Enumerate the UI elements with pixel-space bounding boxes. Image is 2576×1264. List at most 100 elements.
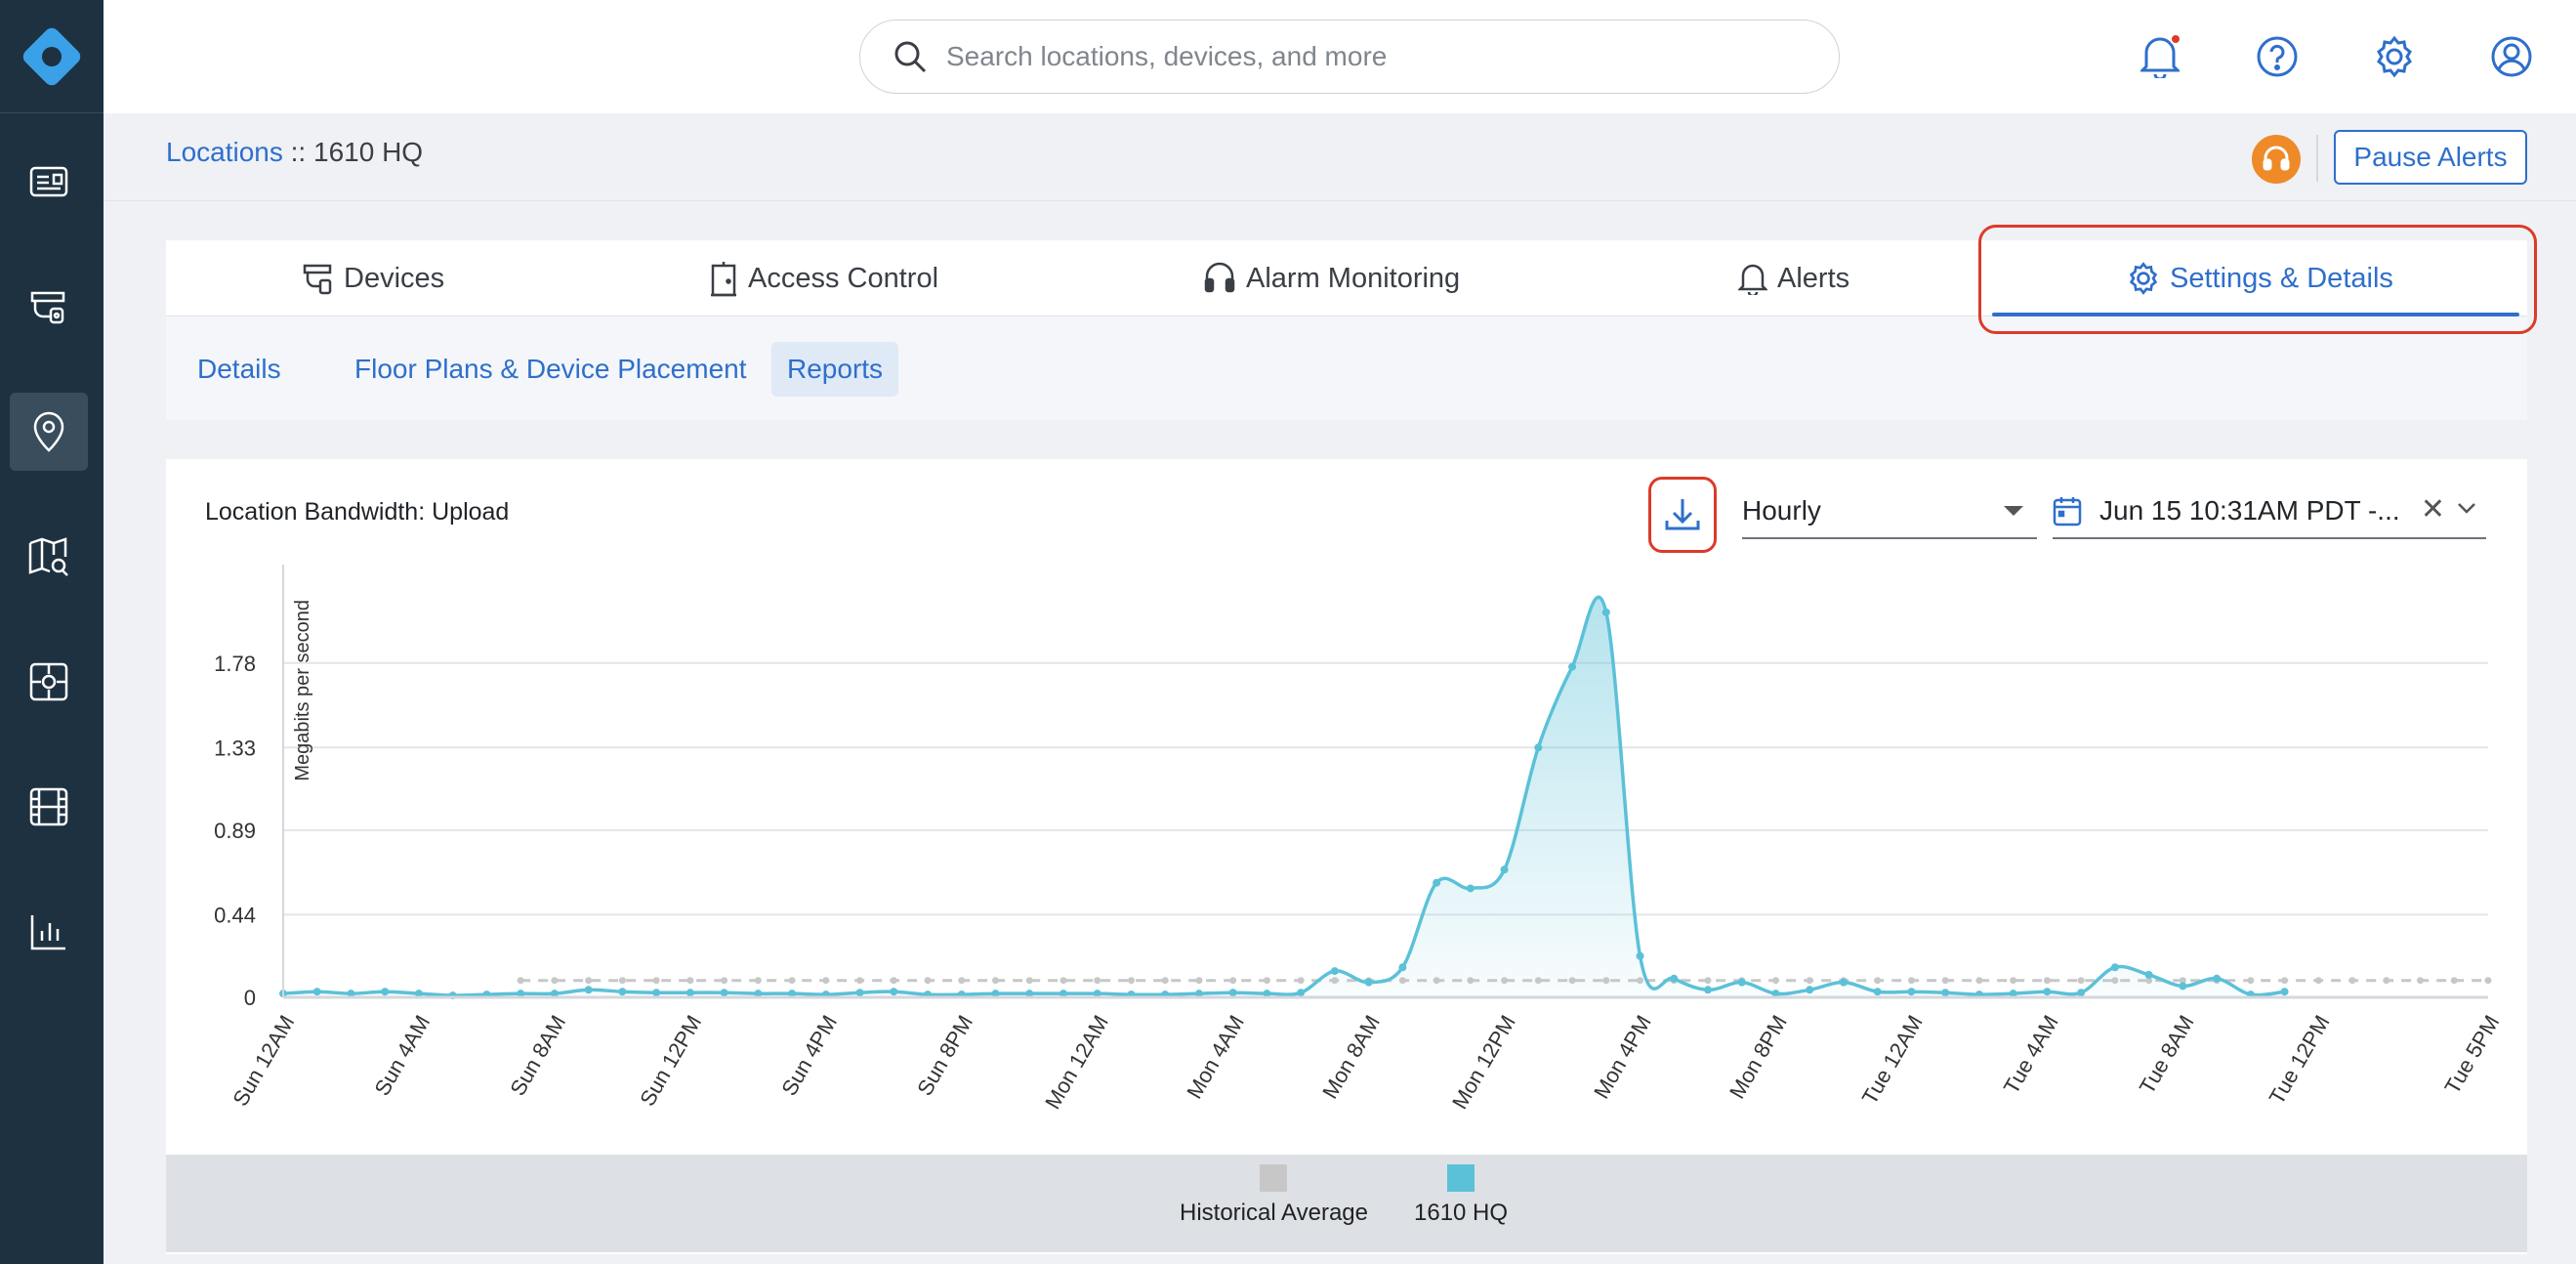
data-point: [1839, 978, 1848, 987]
historical-point: [1771, 977, 1779, 985]
nav-map-search[interactable]: [10, 518, 88, 596]
tab-devices[interactable]: Devices: [303, 240, 444, 316]
nav-video[interactable]: [10, 768, 88, 846]
legend-item-historical[interactable]: Historical Average: [1180, 1164, 1368, 1227]
nav-cameras[interactable]: [10, 268, 88, 346]
data-point: [1228, 989, 1237, 997]
x-tick-label: Tue 12PM: [2264, 1011, 2335, 1109]
historical-point: [958, 977, 966, 985]
historical-point: [1467, 977, 1475, 985]
data-point: [1466, 884, 1475, 893]
subtab-floor-plans[interactable]: Floor Plans & Device Placement: [339, 342, 763, 397]
data-point: [1806, 986, 1814, 994]
x-tick-label: Mon 8AM: [1317, 1011, 1385, 1103]
data-point: [686, 989, 694, 997]
data-point: [1330, 967, 1339, 976]
x-tick-label: Sun 12AM: [228, 1011, 299, 1110]
subtab-details[interactable]: Details: [182, 342, 297, 397]
data-point: [1534, 743, 1543, 752]
location-pin-icon: [33, 411, 64, 452]
tab-access-control[interactable]: Access Control: [709, 240, 938, 316]
historical-point: [1025, 977, 1033, 985]
historical-point: [2247, 977, 2255, 985]
historical-point: [517, 977, 524, 985]
support-badge[interactable]: [2252, 135, 2301, 184]
film-icon: [29, 787, 68, 826]
historical-point: [1229, 977, 1237, 985]
y-tick-label: 0.89: [214, 819, 256, 843]
data-point: [2043, 988, 2052, 996]
historical-point: [1975, 977, 1983, 985]
search-icon: [894, 41, 927, 73]
notification-dot: [2170, 33, 2181, 45]
tab-label: Access Control: [748, 262, 939, 294]
tab-label: Alerts: [1777, 262, 1850, 294]
user-circle-icon: [2491, 36, 2532, 77]
historical-point: [1602, 977, 1610, 985]
historical-point: [2077, 977, 2085, 985]
nav-access[interactable]: [10, 643, 88, 721]
nav-dashboard[interactable]: [10, 143, 88, 221]
bandwidth-chart: 0 0.44 0.89 1.33 1.78 Megabits per second Sun …: [214, 565, 2504, 1114]
historical-point: [788, 977, 796, 985]
y-tick-label: 0.44: [214, 903, 256, 927]
historical-point: [1059, 977, 1067, 985]
historical-point: [1501, 977, 1509, 985]
y-tick-label: 1.33: [214, 736, 256, 760]
data-point: [2179, 982, 2187, 990]
tab-alarm-monitoring[interactable]: Alarm Monitoring: [1203, 240, 1460, 316]
x-tick-label: Tue 4AM: [1999, 1011, 2063, 1098]
data-point: [1636, 951, 1644, 960]
user-account-button[interactable]: [2482, 27, 2541, 86]
search-placeholder: Search locations, devices, and more: [946, 41, 1388, 71]
legend-item-1610hq[interactable]: 1610 HQ: [1414, 1164, 1508, 1227]
x-tick-label: Tue 5PM: [2439, 1011, 2504, 1098]
subtab-reports[interactable]: Reports: [771, 342, 899, 397]
data-point: [1433, 878, 1441, 887]
y-tick-label: 1.78: [214, 652, 256, 676]
notifications-button[interactable]: [2131, 27, 2189, 86]
y-tick-label: 0: [244, 986, 256, 1010]
search-input[interactable]: Search locations, devices, and more: [859, 20, 1840, 94]
historical-point: [1637, 977, 1644, 985]
door-icon: [711, 262, 736, 297]
tab-alerts[interactable]: Alerts: [1738, 240, 1849, 316]
historical-point: [721, 977, 728, 985]
historical-point: [1907, 977, 1915, 985]
dashboard-card-icon: [29, 166, 68, 197]
historical-point: [1094, 977, 1101, 985]
data-point: [1500, 865, 1509, 874]
data-point: [2144, 970, 2153, 979]
pause-alerts-button[interactable]: Pause Alerts: [2334, 130, 2527, 185]
historical-point: [2450, 977, 2458, 985]
historical-point: [652, 977, 660, 985]
tab-label: Alarm Monitoring: [1246, 262, 1461, 294]
map-search-icon: [28, 537, 68, 576]
historical-point: [2111, 977, 2119, 985]
historical-point: [1331, 977, 1339, 985]
devices-icon: [303, 264, 332, 295]
topbar: Search locations, devices, and more: [104, 0, 2576, 113]
historical-point: [2383, 977, 2390, 985]
nav-locations[interactable]: [10, 393, 88, 471]
x-tick-label: Mon 4AM: [1182, 1011, 1249, 1103]
historical-point: [1806, 977, 1813, 985]
help-button[interactable]: [2248, 27, 2306, 86]
logo[interactable]: [0, 0, 104, 113]
header-divider: [2316, 135, 2318, 182]
breadcrumb-current: 1610 HQ: [313, 137, 424, 167]
settings-button[interactable]: [2365, 27, 2424, 86]
camera-icon: [30, 291, 65, 324]
data-point: [1601, 608, 1610, 616]
historical-point: [585, 977, 593, 985]
historical-point: [992, 977, 1000, 985]
historical-point: [1534, 977, 1542, 985]
data-point: [890, 988, 898, 996]
legend-swatch-1610hq: [1447, 1164, 1475, 1192]
data-point: [1907, 988, 1916, 996]
data-point: [652, 989, 661, 997]
chart-legend: Historical Average 1610 HQ: [166, 1155, 2527, 1252]
access-panel-icon: [29, 662, 68, 701]
nav-reports[interactable]: [10, 893, 88, 971]
breadcrumb-link-locations[interactable]: Locations: [166, 137, 283, 167]
